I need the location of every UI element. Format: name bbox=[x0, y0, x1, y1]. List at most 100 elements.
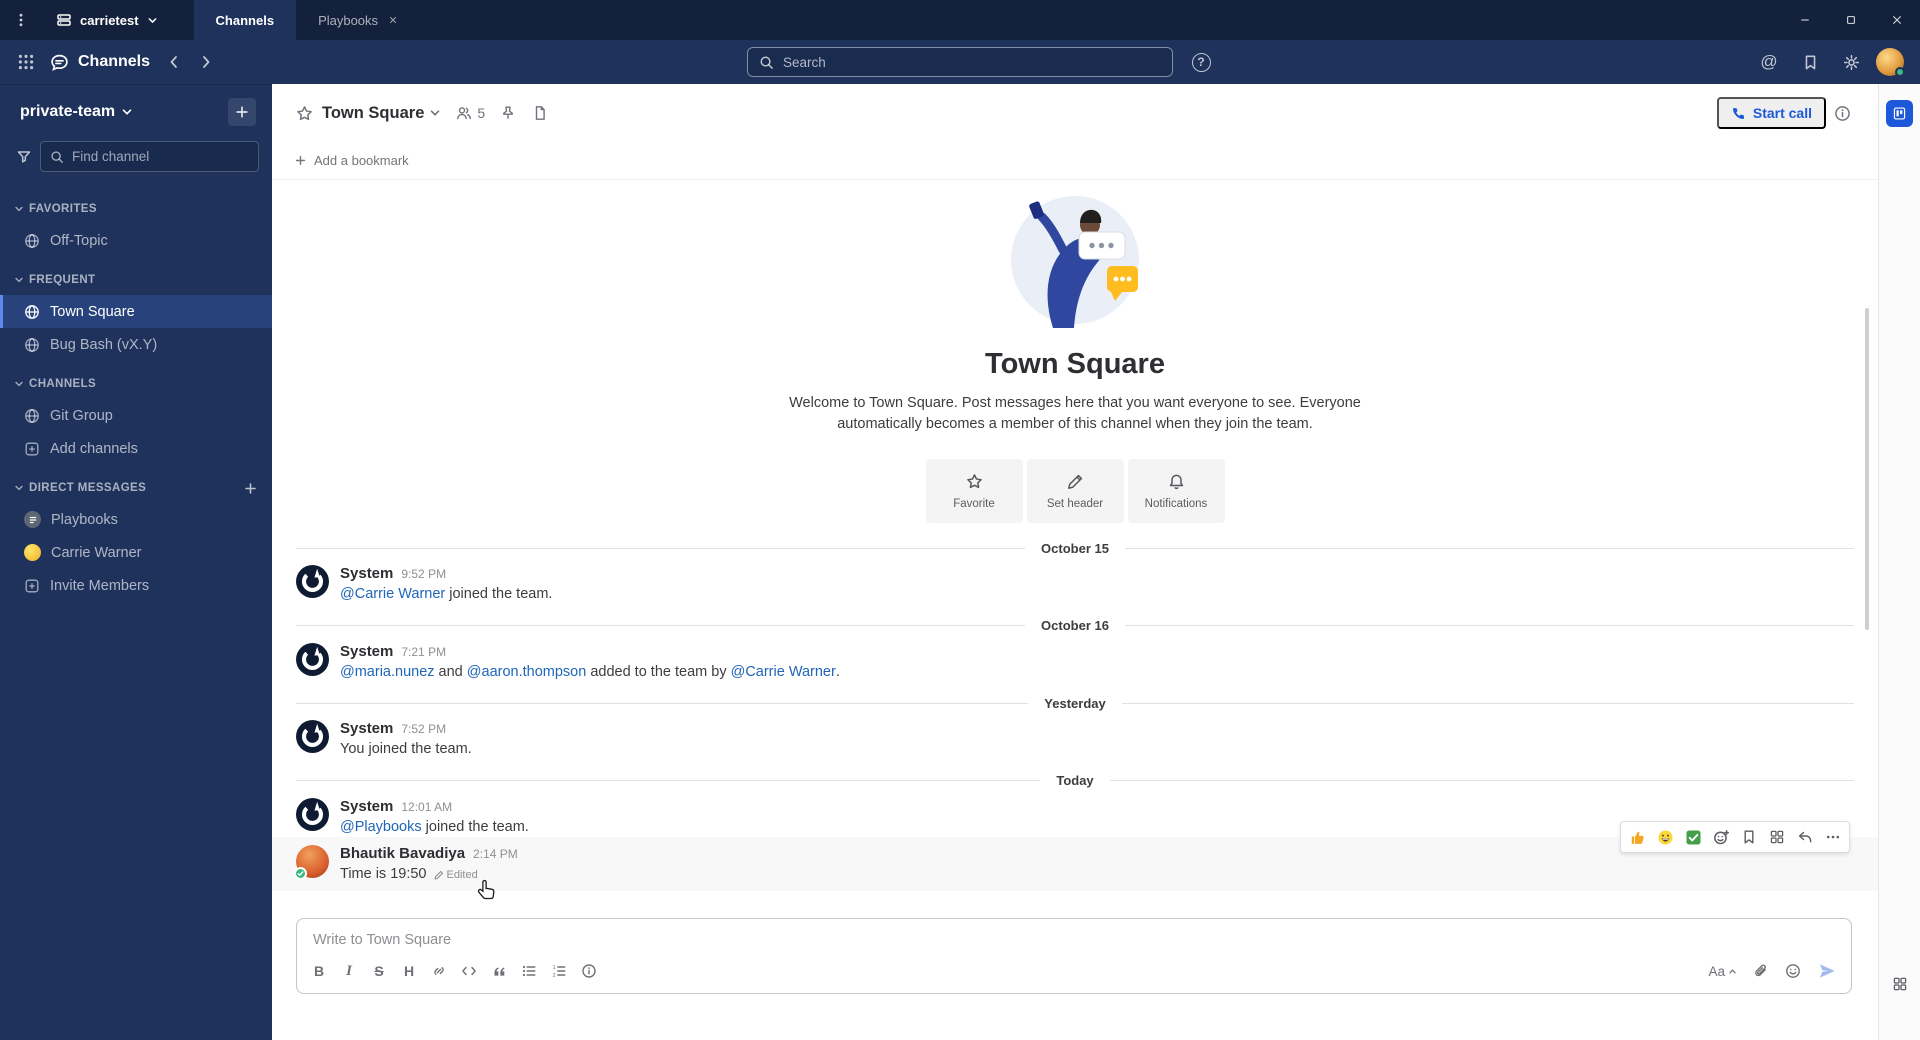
product-switcher-button[interactable] bbox=[10, 46, 42, 78]
channel-members-button[interactable]: 5 bbox=[449, 100, 492, 126]
global-search[interactable] bbox=[747, 47, 1173, 77]
channel-intro-illustration bbox=[1011, 196, 1139, 328]
find-channel-input[interactable] bbox=[72, 149, 249, 164]
sidebar-item-git-group[interactable]: Git Group bbox=[0, 399, 272, 432]
bold-button[interactable] bbox=[305, 958, 333, 984]
sidebar-item-off-topic[interactable]: Off-Topic bbox=[0, 224, 272, 257]
sidebar-item-town-square[interactable]: Town Square bbox=[0, 295, 272, 328]
mentions-button[interactable] bbox=[1753, 46, 1785, 78]
post-bhautik[interactable]: Bhautik Bavadiya 2:14 PM Time is 19:50 E… bbox=[272, 821, 1878, 891]
quote-button[interactable] bbox=[485, 958, 513, 984]
settings-button[interactable] bbox=[1835, 46, 1867, 78]
sidebar-item-playbooks-dm[interactable]: Playbooks bbox=[0, 503, 272, 536]
more-actions-button[interactable] bbox=[1819, 824, 1847, 850]
sidebar-item-invite-members[interactable]: Invite Members bbox=[0, 569, 272, 602]
sidebar-item-bug-bash[interactable]: Bug Bash (vX.Y) bbox=[0, 328, 272, 361]
find-channel-box[interactable] bbox=[40, 141, 259, 172]
server-selector[interactable]: carrietest bbox=[42, 0, 172, 40]
message-actions-button[interactable] bbox=[1763, 824, 1791, 850]
add-reaction-button[interactable] bbox=[1707, 824, 1735, 850]
code-button[interactable] bbox=[455, 958, 483, 984]
add-bookmark-button[interactable]: Add a bookmark bbox=[294, 153, 409, 168]
team-menu-button[interactable]: private-team bbox=[20, 103, 133, 121]
mention-link[interactable]: @maria.nunez bbox=[340, 663, 435, 683]
mention-link[interactable]: @Playbooks bbox=[340, 818, 422, 838]
pencil-icon bbox=[434, 870, 444, 880]
apps-grid-icon[interactable] bbox=[1892, 976, 1908, 992]
post-author[interactable]: System bbox=[340, 643, 393, 660]
strikethrough-button[interactable] bbox=[365, 958, 393, 984]
post-text: You joined the team. bbox=[340, 741, 472, 758]
window-titlebar: carrietest Channels Playbooks bbox=[0, 0, 1920, 40]
favorite-channel-button[interactable] bbox=[288, 97, 320, 129]
channel-name-menu[interactable]: Town Square bbox=[322, 104, 441, 123]
heading-button[interactable] bbox=[395, 958, 423, 984]
intro-set-header-button[interactable]: Set header bbox=[1026, 459, 1124, 524]
send-message-button[interactable] bbox=[1811, 957, 1843, 985]
history-back-button[interactable] bbox=[158, 46, 190, 78]
history-forward-button[interactable] bbox=[190, 46, 222, 78]
section-direct-messages[interactable]: DIRECT MESSAGES bbox=[0, 473, 272, 503]
post-author[interactable]: System bbox=[340, 798, 393, 815]
post-system-1[interactable]: System 9:52 PM @Carrie Warner joined the… bbox=[272, 557, 1878, 605]
post-system-2[interactable]: System 7:21 PM @maria.nunez and @aaron.t… bbox=[272, 635, 1878, 683]
numbered-list-button[interactable]: 12 bbox=[545, 958, 573, 984]
date-divider: Today bbox=[296, 772, 1855, 790]
message-list[interactable]: Town Square Welcome to Town Square. Post… bbox=[272, 180, 1878, 912]
section-frequent[interactable]: FREQUENT bbox=[0, 265, 272, 295]
maximize-button[interactable] bbox=[1828, 0, 1874, 40]
channel-filter-button[interactable] bbox=[16, 142, 32, 172]
minimize-button[interactable] bbox=[1782, 0, 1828, 40]
mention-link[interactable]: @Carrie Warner bbox=[731, 663, 836, 683]
section-favorites[interactable]: FAVORITES bbox=[0, 194, 272, 224]
saved-posts-button[interactable] bbox=[1794, 46, 1826, 78]
mention-link[interactable]: @aaron.thompson bbox=[467, 663, 587, 683]
user-avatar[interactable] bbox=[1876, 48, 1905, 77]
globe-icon bbox=[24, 337, 40, 353]
add-channel-button[interactable] bbox=[228, 98, 256, 126]
emoji-picker-button[interactable] bbox=[1779, 958, 1807, 984]
save-post-button[interactable] bbox=[1735, 824, 1763, 850]
start-call-button[interactable]: Start call bbox=[1716, 97, 1826, 129]
app-menu-button[interactable] bbox=[0, 0, 42, 40]
sidebar-item-add-channels[interactable]: Add channels bbox=[0, 432, 272, 465]
intro-notifications-button[interactable]: Notifications bbox=[1127, 459, 1225, 524]
chevron-down-icon bbox=[121, 106, 133, 118]
star-icon bbox=[966, 473, 983, 490]
italic-button[interactable] bbox=[335, 958, 363, 984]
channel-info-button[interactable] bbox=[1826, 97, 1858, 129]
post-author[interactable]: Bhautik Bavadiya bbox=[340, 845, 465, 862]
pinned-posts-button[interactable] bbox=[492, 97, 524, 129]
smile-reaction-button[interactable] bbox=[1651, 824, 1679, 850]
check-mark-reaction-button[interactable] bbox=[1679, 824, 1707, 850]
close-tab-icon[interactable] bbox=[388, 15, 398, 25]
formatting-help-button[interactable] bbox=[575, 958, 603, 984]
attach-file-button[interactable] bbox=[1747, 958, 1775, 984]
new-direct-message-button[interactable] bbox=[243, 481, 258, 496]
reply-button[interactable] bbox=[1791, 824, 1819, 850]
channels-product-icon bbox=[50, 53, 69, 72]
tab-channels[interactable]: Channels bbox=[193, 0, 297, 40]
thumbs-up-reaction-button[interactable] bbox=[1623, 824, 1651, 850]
section-channels[interactable]: CHANNELS bbox=[0, 369, 272, 399]
message-input[interactable] bbox=[313, 932, 1835, 948]
bulleted-list-button[interactable] bbox=[515, 958, 543, 984]
boards-app-button[interactable] bbox=[1886, 100, 1913, 127]
intro-favorite-button[interactable]: Favorite bbox=[925, 459, 1023, 524]
close-window-button[interactable] bbox=[1874, 0, 1920, 40]
sidebar-item-carrie-warner-dm[interactable]: Carrie Warner bbox=[0, 536, 272, 569]
chevron-down-icon bbox=[147, 15, 158, 26]
help-button[interactable] bbox=[1186, 47, 1216, 77]
tab-playbooks[interactable]: Playbooks bbox=[296, 0, 420, 40]
app-bar bbox=[1878, 84, 1920, 1040]
post-author[interactable]: System bbox=[340, 720, 393, 737]
mention-link[interactable]: @Carrie Warner bbox=[340, 585, 445, 605]
post-system-3[interactable]: System 7:52 PM You joined the team. bbox=[272, 712, 1878, 760]
search-input[interactable] bbox=[783, 54, 1161, 70]
link-button[interactable] bbox=[425, 958, 453, 984]
server-icon bbox=[56, 12, 72, 28]
post-author[interactable]: System bbox=[340, 565, 393, 582]
scrollbar-thumb[interactable] bbox=[1865, 308, 1869, 630]
toggle-formatting-button[interactable]: Aa bbox=[1702, 960, 1743, 983]
channel-files-button[interactable] bbox=[524, 97, 556, 129]
